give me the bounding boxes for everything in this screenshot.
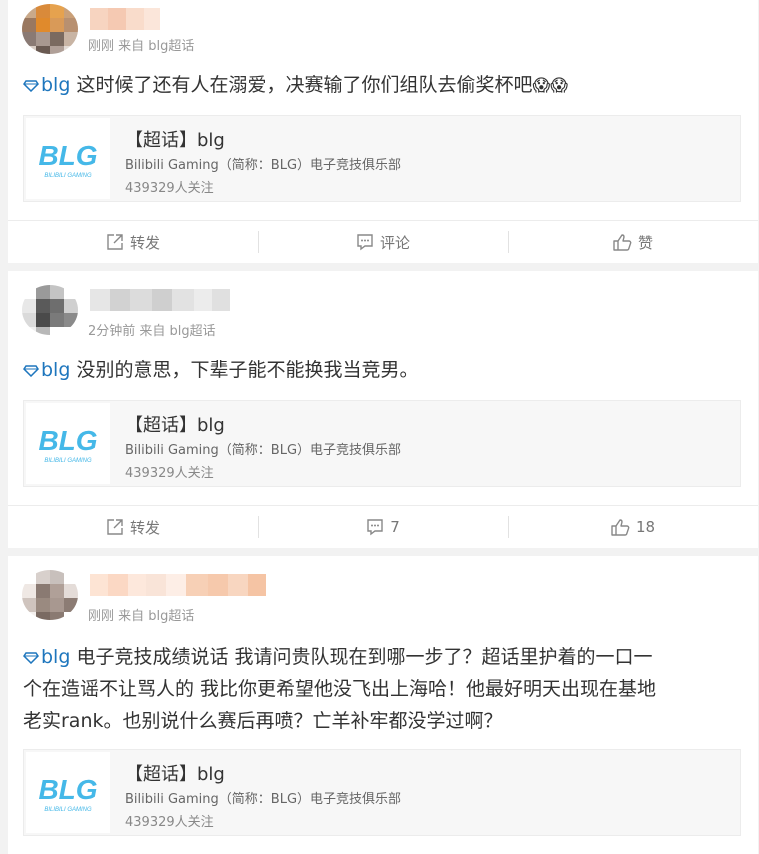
svg-text:BLG: BLG — [38, 140, 97, 171]
diamond-icon — [23, 80, 39, 92]
post-text-line-1: blg 电子竞技成绩说话 我请问贵队现在到哪一步了？超话里护着的一口一 — [23, 641, 742, 673]
blg-logo: BLG BILIBILI GAMING — [26, 118, 110, 199]
diamond-icon — [23, 365, 39, 377]
topic-label[interactable]: blg — [41, 359, 70, 381]
post-text-line-2: 个在造谣不让骂人的 我比你更希望他没飞出上海哈！他最好明天出现在基地 — [23, 678, 657, 700]
avatar[interactable] — [22, 570, 78, 620]
post-text-line-3: 老实rank。也别说什么赛后再喷？亡羊补牢都没学过啊？ — [23, 710, 503, 732]
blg-logo: BLG BILIBILI GAMING — [26, 403, 110, 484]
topic-label[interactable]: blg — [41, 74, 70, 96]
like-button[interactable]: 赞 — [508, 221, 758, 263]
post-meta: 刚刚 来自 blg超话 — [88, 39, 195, 54]
action-bar: 转发 7 18 — [8, 505, 758, 548]
username-blurred[interactable] — [90, 574, 266, 596]
like-label: 赞 — [637, 233, 653, 252]
card-title[interactable]: 【超话】blg — [125, 126, 225, 152]
blg-logo: BLG BILIBILI GAMING — [26, 752, 110, 833]
post-meta: 刚刚 来自 blg超话 — [88, 609, 195, 624]
share-icon — [107, 234, 123, 250]
card-title[interactable]: 【超话】blg — [125, 760, 225, 786]
like-count: 18 — [635, 518, 656, 536]
thumbs-up-icon — [611, 519, 630, 536]
post-1: 刚刚 来自 blg超话 blg 这时候了还有人在溺爱，决赛输了你们组队去偷奖杯吧… — [8, 0, 758, 263]
topic-link[interactable]: blg — [23, 646, 70, 668]
post-text: 电子竞技成绩说话 我请问贵队现在到哪一步了？超话里护着的一口一 — [76, 646, 653, 668]
repost-label: 转发 — [129, 518, 160, 537]
diamond-icon — [23, 652, 39, 664]
avatar[interactable] — [22, 4, 78, 54]
like-button[interactable]: 18 — [508, 506, 758, 548]
comment-label: 评论 — [379, 233, 410, 252]
topic-card[interactable]: BLG BILIBILI GAMING 【超话】blg Bilibili Gam… — [23, 400, 741, 487]
comment-icon — [357, 234, 373, 251]
post-content: blg 没别的意思，下辈子能不能换我当竞男。 — [23, 354, 742, 386]
thumbs-up-icon — [613, 234, 632, 251]
topic-card[interactable]: BLG BILIBILI GAMING 【超话】blg Bilibili Gam… — [23, 115, 741, 202]
action-bar: 转发 评论 赞 — [8, 220, 758, 263]
card-followers: 439329人关注 — [125, 815, 214, 830]
repost-button[interactable]: 转发 — [8, 221, 258, 263]
repost-button[interactable]: 转发 — [8, 506, 258, 548]
post-content: blg 这时候了还有人在溺爱，决赛输了你们组队去偷奖杯吧😱😱 — [23, 69, 742, 102]
post-3: 刚刚 来自 blg超话 blg 电子竞技成绩说话 我请问贵队现在到哪一步了？超话… — [8, 556, 758, 854]
post-text: 没别的意思，下辈子能不能换我当竞男。 — [76, 359, 419, 381]
topic-label[interactable]: blg — [41, 646, 70, 668]
card-desc: Bilibili Gaming（简称：BLG）电子竞技俱乐部 — [125, 792, 402, 807]
post-2: 2分钟前 来自 blg超话 blg 没别的意思，下辈子能不能换我当竞男。 BLG… — [8, 271, 758, 548]
post-text: 这时候了还有人在溺爱，决赛输了你们组队去偷奖杯吧 — [76, 74, 533, 96]
card-desc: Bilibili Gaming（简称：BLG）电子竞技俱乐部 — [125, 443, 402, 458]
topic-link[interactable]: blg — [23, 74, 70, 96]
username-blurred[interactable] — [90, 8, 160, 30]
card-desc: Bilibili Gaming（简称：BLG）电子竞技俱乐部 — [125, 158, 402, 173]
comment-count: 7 — [390, 518, 400, 536]
topic-card[interactable]: BLG BILIBILI GAMING 【超话】blg Bilibili Gam… — [23, 749, 741, 836]
svg-text:BLG: BLG — [38, 774, 97, 805]
emoji: 😱😱 — [532, 76, 568, 96]
comment-button[interactable]: 7 — [258, 506, 508, 548]
comment-icon — [367, 519, 383, 536]
svg-text:BILIBILI GAMING: BILIBILI GAMING — [44, 173, 92, 179]
svg-text:BILIBILI GAMING: BILIBILI GAMING — [44, 807, 92, 813]
avatar[interactable] — [22, 285, 78, 335]
card-followers: 439329人关注 — [125, 181, 214, 196]
svg-text:BILIBILI GAMING: BILIBILI GAMING — [44, 458, 92, 464]
repost-label: 转发 — [129, 233, 160, 252]
post-content: blg 电子竞技成绩说话 我请问贵队现在到哪一步了？超话里护着的一口一 个在造谣… — [23, 641, 742, 737]
post-meta: 2分钟前 来自 blg超话 — [88, 324, 216, 339]
card-title[interactable]: 【超话】blg — [125, 411, 225, 437]
card-followers: 439329人关注 — [125, 466, 214, 481]
svg-text:BLG: BLG — [38, 425, 97, 456]
comment-button[interactable]: 评论 — [258, 221, 508, 263]
share-icon — [107, 519, 123, 535]
username-blurred[interactable] — [90, 289, 230, 311]
topic-link[interactable]: blg — [23, 359, 70, 381]
